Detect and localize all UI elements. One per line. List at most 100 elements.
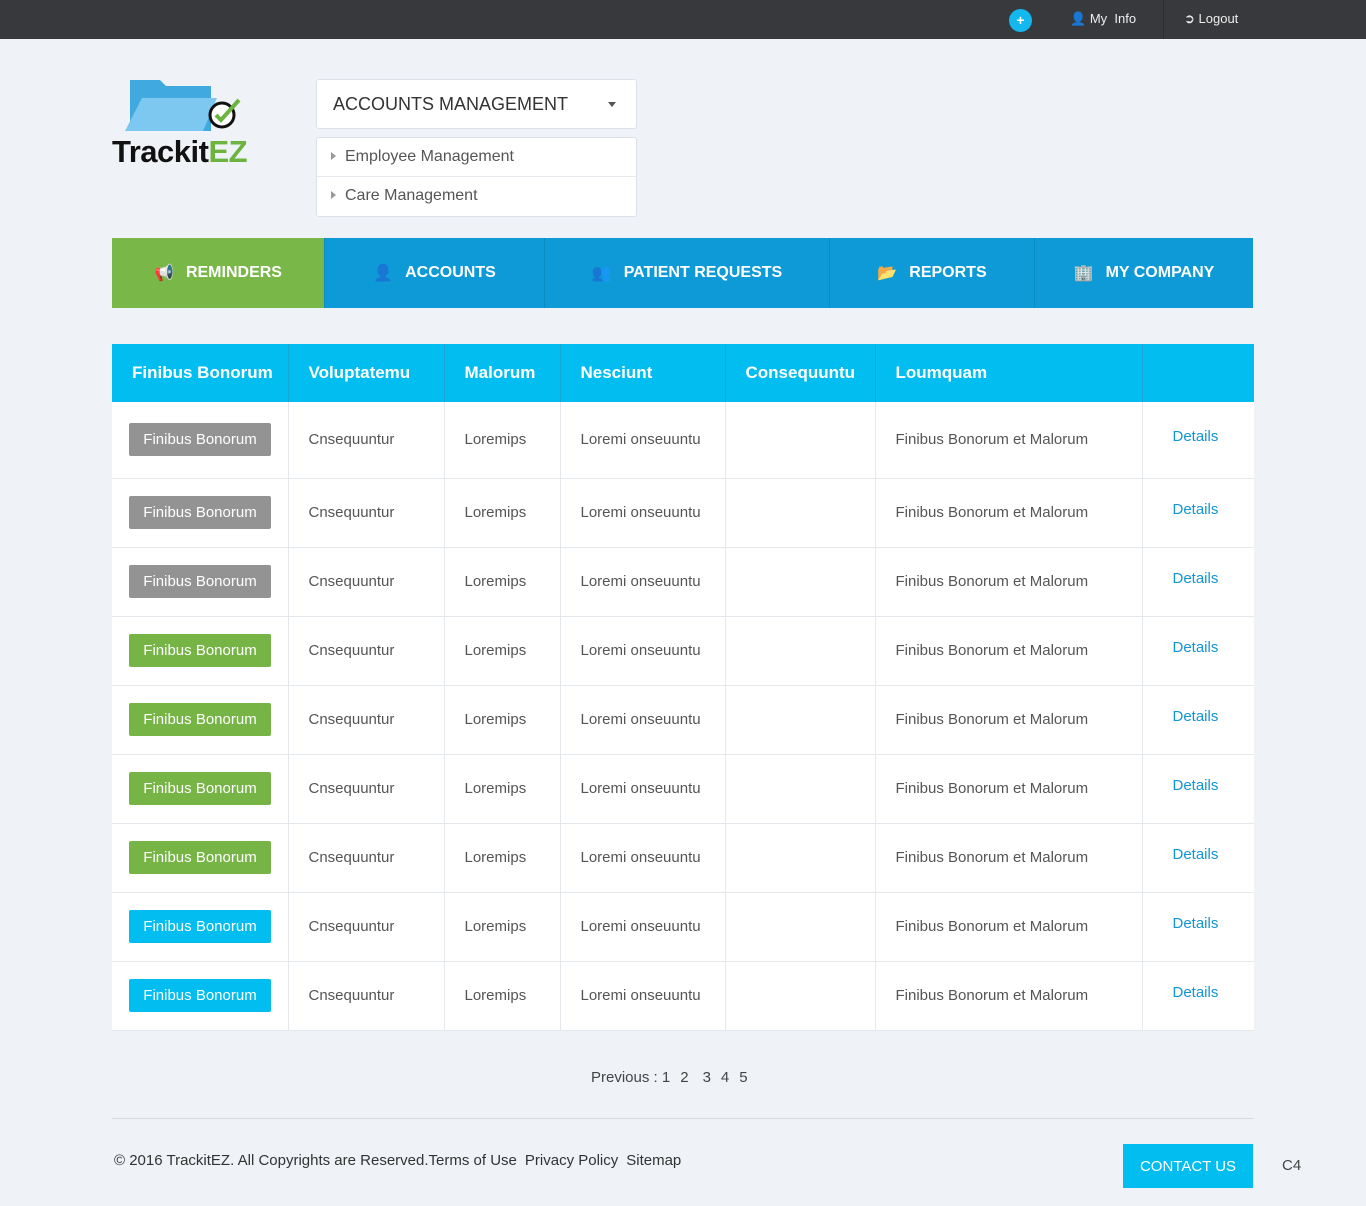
details-link[interactable]: Details xyxy=(1173,984,1219,1001)
table-cell xyxy=(725,685,876,755)
details-cell: Details xyxy=(1142,823,1254,893)
status-cell: Finibus Bonorum xyxy=(112,892,289,962)
details-link[interactable]: Details xyxy=(1173,428,1219,445)
table-cell: Finibus Bonorum et Malorum xyxy=(875,892,1143,962)
details-cell: Details xyxy=(1142,402,1254,479)
code-label: C4 xyxy=(1282,1157,1302,1174)
status-badge[interactable]: Finibus Bonorum xyxy=(129,423,271,457)
copyright: © 2016 TrackitEZ. All Copyrights are Res… xyxy=(114,1152,429,1169)
tab-my-company[interactable]: 🏢 MY COMPANY xyxy=(1035,238,1253,308)
details-link[interactable]: Details xyxy=(1173,708,1219,725)
table-cell: Cnsequuntur xyxy=(288,547,445,617)
tab-accounts[interactable]: 👤 ACCOUNTS xyxy=(325,238,545,308)
previous-link[interactable]: Previous : xyxy=(591,1069,662,1086)
footer-divider xyxy=(112,1118,1254,1119)
table-cell: Loremips xyxy=(444,547,561,617)
building-icon: 🏢 xyxy=(1073,265,1094,282)
status-cell: Finibus Bonorum xyxy=(112,754,289,824)
dropdown-menu: Employee Management Care Management xyxy=(316,137,637,217)
table-cell: Finibus Bonorum et Malorum xyxy=(875,823,1143,893)
details-link[interactable]: Details xyxy=(1173,777,1219,794)
status-badge[interactable]: Finibus Bonorum xyxy=(129,634,271,667)
menu-item-care-management[interactable]: Care Management xyxy=(317,177,636,216)
status-badge[interactable]: Finibus Bonorum xyxy=(129,772,271,805)
terms-link[interactable]: Terms of Use xyxy=(429,1152,517,1169)
table-cell: Loremi onseuuntu xyxy=(560,478,726,548)
column-header xyxy=(1142,344,1254,402)
table-cell: Loremi onseuuntu xyxy=(560,823,726,893)
status-badge[interactable]: Finibus Bonorum xyxy=(129,565,271,598)
page-2[interactable]: 2 xyxy=(680,1069,688,1086)
page-5[interactable]: 5 xyxy=(739,1069,747,1086)
status-cell: Finibus Bonorum xyxy=(112,547,289,617)
privacy-link[interactable]: Privacy Policy xyxy=(525,1152,618,1169)
table-cell xyxy=(725,823,876,893)
table-row: Finibus Bonorum Cnsequuntur Loremips Loremi… xyxy=(112,402,1254,479)
footer: © 2016 TrackitEZ. All Copyrights are Res… xyxy=(114,1152,689,1169)
table-cell: Loremips xyxy=(444,823,561,893)
tab-reports[interactable]: 📂 REPORTS xyxy=(830,238,1035,308)
table-cell: Finibus Bonorum et Malorum xyxy=(875,402,1143,479)
column-header: Nesciunt xyxy=(560,344,726,402)
details-link[interactable]: Details xyxy=(1173,501,1219,518)
my-info-link[interactable]: 👤 My Info xyxy=(1070,11,1136,27)
table-cell xyxy=(725,892,876,962)
megaphone-icon: 📢 xyxy=(154,265,174,282)
sitemap-link[interactable]: Sitemap xyxy=(626,1152,681,1169)
table-cell: Cnsequuntur xyxy=(288,754,445,824)
status-badge[interactable]: Finibus Bonorum xyxy=(129,496,271,529)
details-cell: Details xyxy=(1142,961,1254,1031)
folder-check-icon xyxy=(125,80,241,131)
divider xyxy=(1163,0,1164,39)
table-cell: Loremips xyxy=(444,478,561,548)
table-row: Finibus Bonorum Cnsequuntur Loremips Loremi… xyxy=(112,616,1254,686)
caret-right-icon xyxy=(331,152,336,160)
status-cell: Finibus Bonorum xyxy=(112,961,289,1031)
table-cell: Cnsequuntur xyxy=(288,616,445,686)
status-cell: Finibus Bonorum xyxy=(112,402,289,479)
details-link[interactable]: Details xyxy=(1173,570,1219,587)
table-cell: Loremips xyxy=(444,754,561,824)
tab-reminders[interactable]: 📢 REMINDERS xyxy=(112,238,325,308)
users-icon: 👥 xyxy=(591,265,612,282)
table-cell: Finibus Bonorum et Malorum xyxy=(875,616,1143,686)
caret-down-icon xyxy=(608,102,616,107)
table-cell: Cnsequuntur xyxy=(288,961,445,1031)
page-1[interactable]: 1 xyxy=(662,1069,670,1086)
details-link[interactable]: Details xyxy=(1173,846,1219,863)
table-cell: Finibus Bonorum et Malorum xyxy=(875,754,1143,824)
details-link[interactable]: Details xyxy=(1173,915,1219,932)
table-row: Finibus Bonorum Cnsequuntur Loremips Loremi… xyxy=(112,754,1254,824)
status-badge[interactable]: Finibus Bonorum xyxy=(129,979,271,1012)
table-row: Finibus Bonorum Cnsequuntur Loremips Loremi… xyxy=(112,547,1254,617)
table-row: Finibus Bonorum Cnsequuntur Loremips Loremi… xyxy=(112,685,1254,755)
table-cell: Loremi onseuuntu xyxy=(560,892,726,962)
status-badge[interactable]: Finibus Bonorum xyxy=(129,910,271,943)
details-link[interactable]: Details xyxy=(1173,639,1219,656)
table-cell: Loremi onseuuntu xyxy=(560,616,726,686)
page-3[interactable]: 3 xyxy=(703,1069,711,1086)
status-badge[interactable]: Finibus Bonorum xyxy=(129,841,271,874)
column-header: Loumquam xyxy=(875,344,1143,402)
status-badge[interactable]: Finibus Bonorum xyxy=(129,703,271,736)
contact-us-button[interactable]: CONTACT US xyxy=(1123,1144,1253,1188)
table-cell: Finibus Bonorum et Malorum xyxy=(875,685,1143,755)
status-cell: Finibus Bonorum xyxy=(112,478,289,548)
table-row: Finibus Bonorum Cnsequuntur Loremips Loremi… xyxy=(112,892,1254,962)
logo[interactable]: TrackitEZ xyxy=(112,78,252,169)
caret-right-icon xyxy=(331,191,336,199)
table-cell: Loremi onseuuntu xyxy=(560,685,726,755)
status-cell: Finibus Bonorum xyxy=(112,685,289,755)
logout-link[interactable]: ➲ Logout xyxy=(1184,11,1238,27)
management-dropdown[interactable]: ACCOUNTS MANAGEMENT xyxy=(316,79,637,129)
table-cell xyxy=(725,961,876,1031)
my-info-label: My Info xyxy=(1089,11,1137,26)
page-4[interactable]: 4 xyxy=(721,1069,729,1086)
menu-item-employee-management[interactable]: Employee Management xyxy=(317,138,636,177)
dropdown-selected: ACCOUNTS MANAGEMENT xyxy=(333,94,569,114)
status-cell: Finibus Bonorum xyxy=(112,823,289,893)
table-cell: Loremi onseuuntu xyxy=(560,754,726,824)
tab-patient-requests[interactable]: 👥 PATIENT REQUESTS xyxy=(545,238,830,308)
add-button[interactable]: + xyxy=(1009,9,1032,32)
table-cell: Finibus Bonorum et Malorum xyxy=(875,478,1143,548)
